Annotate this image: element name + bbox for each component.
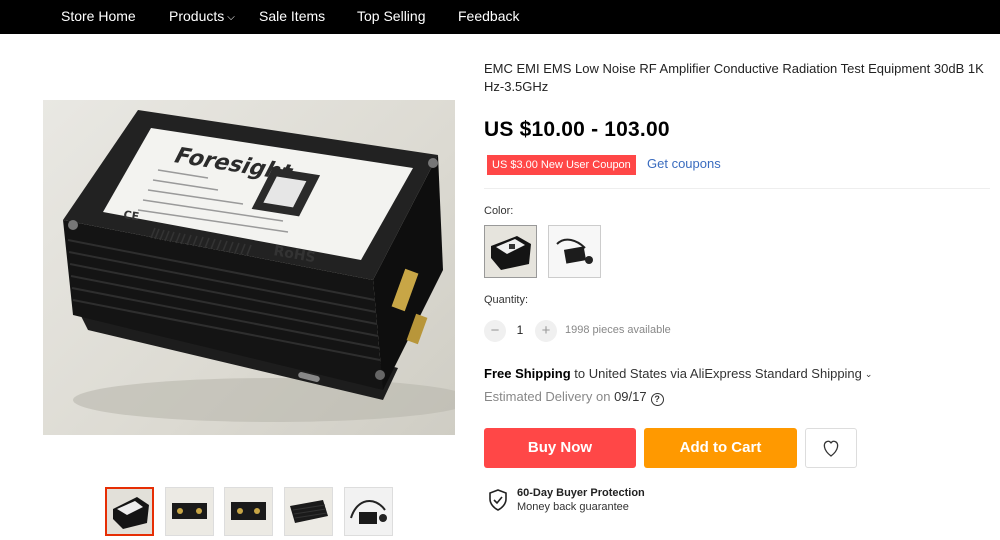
thumbnail-5[interactable] <box>344 487 393 536</box>
estimated-delivery: Estimated Delivery on 09/17? <box>484 389 664 406</box>
color-option-image <box>549 226 600 277</box>
nav-products[interactable]: Products ⌵ <box>169 0 235 34</box>
thumbnail-2[interactable] <box>165 487 214 536</box>
nav-feedback-label: Feedback <box>458 8 520 24</box>
thumbnail-image <box>107 489 152 534</box>
free-shipping-text: Free Shipping <box>484 366 571 381</box>
minus-icon[interactable]: − <box>484 320 506 342</box>
color-option-image <box>485 226 536 277</box>
thumbnail-1[interactable] <box>105 487 154 536</box>
delivery-date: 09/17 <box>614 389 647 404</box>
pieces-available: 1998 pieces available <box>565 324 671 336</box>
divider <box>484 188 990 189</box>
nav-sale-items[interactable]: Sale Items <box>259 0 325 34</box>
color-option-2[interactable] <box>548 225 601 278</box>
nav-store-home-label: Store Home <box>61 8 136 24</box>
color-label: Color: <box>484 205 514 217</box>
product-price: US $10.00 - 103.00 <box>484 118 670 141</box>
thumbnail-image <box>285 488 332 535</box>
quantity-value[interactable]: 1 <box>512 323 528 337</box>
product-title: EMC EMI EMS Low Noise RF Amplifier Condu… <box>484 61 984 94</box>
buyer-protection-title: 60-Day Buyer Protection <box>517 487 645 499</box>
nav-store-home[interactable]: Store Home <box>61 0 136 34</box>
main-product-image[interactable]: Foresight CE RoHS <box>43 100 455 435</box>
thumbnail-3[interactable] <box>224 487 273 536</box>
add-to-cart-button[interactable]: Add to Cart <box>644 428 797 468</box>
store-navbar: Store Home Products ⌵ Sale Items Top Sell… <box>0 0 1000 34</box>
plus-icon[interactable]: + <box>535 320 557 342</box>
buy-now-button[interactable]: Buy Now <box>484 428 636 468</box>
product-photo: Foresight CE RoHS <box>63 110 455 422</box>
thumbnail-image <box>166 488 213 535</box>
shield-check-icon <box>489 489 507 511</box>
shipping-info[interactable]: Free Shipping to United States via AliEx… <box>484 366 872 381</box>
nav-feedback[interactable]: Feedback <box>458 0 519 34</box>
heart-icon <box>823 440 839 457</box>
thumbnail-image <box>345 488 392 535</box>
question-circle-icon[interactable]: ? <box>650 393 664 406</box>
new-user-coupon-badge: US $3.00 New User Coupon <box>487 155 636 175</box>
chevron-down-icon: ⌄ <box>864 369 873 379</box>
buyer-protection-subtitle: Money back guarantee <box>517 501 629 513</box>
chevron-down-icon: ⌵ <box>227 12 235 23</box>
wishlist-button[interactable] <box>805 428 857 468</box>
get-coupons-link[interactable]: Get coupons <box>647 156 721 171</box>
quantity-label: Quantity: <box>484 294 529 306</box>
nav-products-label: Products <box>169 8 225 24</box>
thumbnail-4[interactable] <box>284 487 333 536</box>
nav-top-selling[interactable]: Top Selling <box>357 0 426 34</box>
color-option-1[interactable] <box>484 225 537 278</box>
nav-top-selling-label: Top Selling <box>357 8 426 24</box>
delivery-label: Estimated Delivery on <box>484 389 615 404</box>
nav-sale-items-label: Sale Items <box>259 8 326 24</box>
thumbnail-image <box>225 488 272 535</box>
shipping-details: to United States via AliExpress Standard… <box>570 366 862 381</box>
ce-mark: CE <box>123 208 140 223</box>
